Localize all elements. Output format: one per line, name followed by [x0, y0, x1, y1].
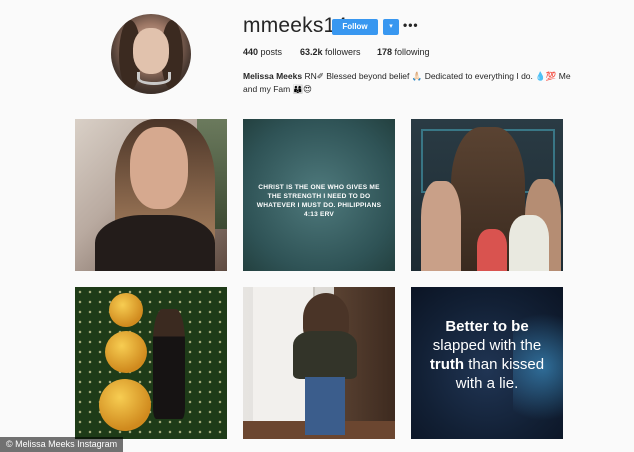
image-credit: © Melissa Meeks Instagram [0, 437, 124, 452]
following-count: 178 [377, 47, 393, 57]
post-mirror-selfie[interactable] [243, 287, 395, 439]
post-chewbacca-photo[interactable] [411, 119, 563, 271]
followers-count: 63.2k [300, 47, 323, 57]
following-label: following [394, 47, 430, 57]
posts-count: 440 [243, 47, 259, 57]
post-selfie[interactable] [75, 119, 227, 271]
followers-label: followers [325, 47, 361, 57]
quote-text: Better to be slapped with the truth than… [429, 318, 545, 392]
more-options-icon[interactable]: ••• [403, 18, 419, 32]
post-quote[interactable]: Better to be slapped with the truth than… [411, 287, 563, 439]
stat-followers[interactable]: 63.2k followers [300, 47, 361, 57]
bio-name: Melissa Meeks [243, 71, 303, 81]
post-topiary-photo[interactable] [75, 287, 227, 439]
profile-avatar[interactable] [111, 14, 191, 94]
stat-following[interactable]: 178 following [377, 47, 430, 57]
posts-label: posts [260, 47, 283, 57]
profile-bio: Melissa Meeks RN✐ Blessed beyond belief … [243, 70, 573, 96]
verse-text: CHRIST IS THE ONE WHO GIVES ME THE STREN… [256, 184, 382, 218]
follow-button[interactable]: Follow [332, 19, 378, 35]
bio-text: RN✐ Blessed beyond belief 🙏🏻 Dedicated t… [304, 71, 571, 81]
chevron-down-icon[interactable]: ▾ [383, 19, 399, 35]
post-bible-verse[interactable]: CHRIST IS THE ONE WHO GIVES ME THE STREN… [243, 119, 395, 271]
stat-posts: 440 posts [243, 47, 282, 57]
bio-text-2: and my Fam 👨‍👩‍👦😍 [243, 84, 313, 94]
profile-header: mmeeks14 Follow ▾ ••• 440 posts 63.2k fo… [0, 0, 634, 110]
